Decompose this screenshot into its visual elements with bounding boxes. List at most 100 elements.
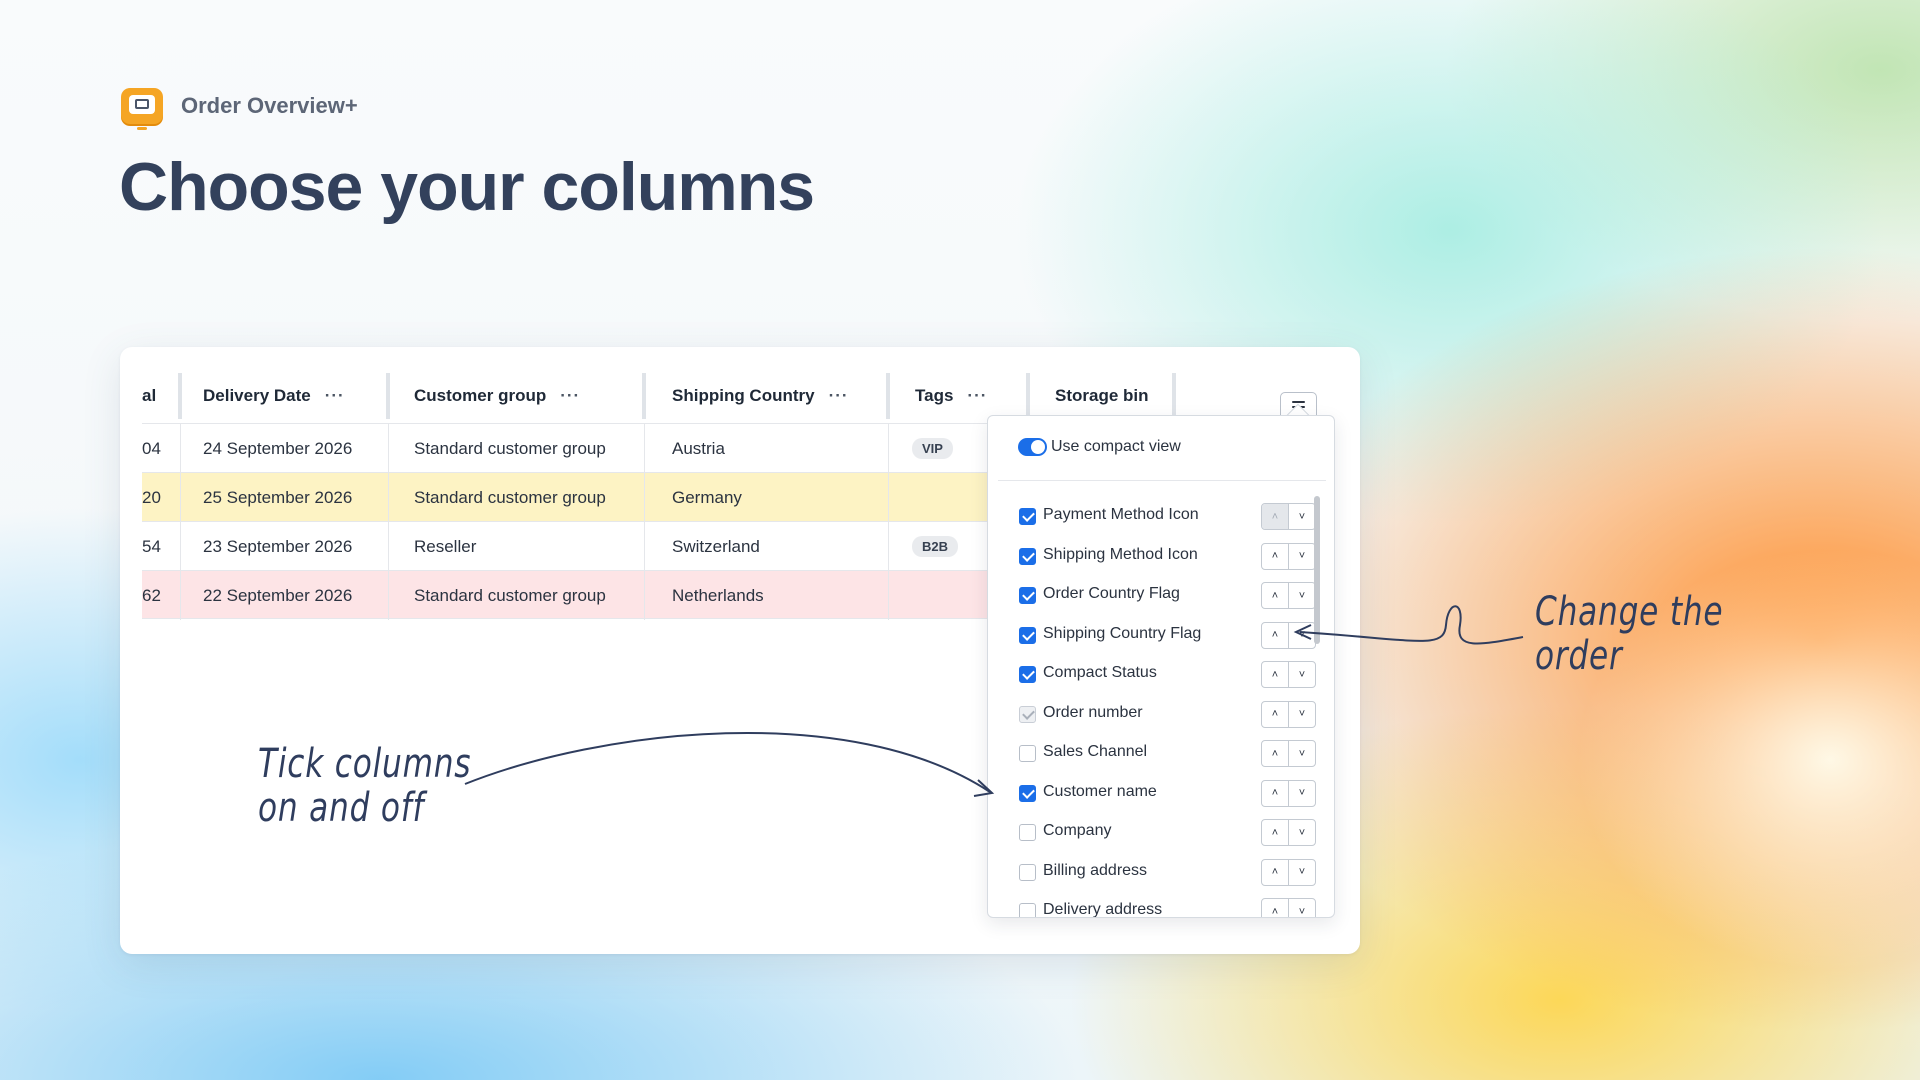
cell-customer-group: Standard customer group (414, 487, 606, 507)
column-option[interactable]: Shipping Country Flag ˄ ˅ (1019, 620, 1316, 650)
column-checkbox[interactable] (1019, 666, 1036, 683)
column-chooser-popover: Use compact view Payment Method Icon ˄ ˅ Sh… (987, 415, 1335, 918)
column-menu-icon[interactable]: ··· (560, 386, 580, 406)
column-option[interactable]: Billing address ˄ ˅ (1019, 857, 1316, 887)
column-header-delivery-date[interactable]: Delivery Date ··· (203, 369, 345, 423)
column-menu-icon[interactable]: ··· (325, 386, 345, 406)
change-order-annotation: Change the order (1535, 589, 1724, 679)
column-option-label: Order number (1043, 703, 1143, 721)
chevron-up-icon[interactable]: ˄ (1262, 623, 1288, 648)
column-checkbox[interactable] (1019, 745, 1036, 762)
cell-shipping-country: Germany (672, 487, 742, 507)
column-header-tags[interactable]: Tags ··· (915, 369, 987, 423)
chevron-up-icon[interactable]: ˄ (1262, 781, 1288, 806)
chevron-up-icon[interactable]: ˄ (1262, 741, 1288, 766)
reorder-stepper: ˄ ˅ (1261, 661, 1316, 688)
column-checkbox[interactable] (1019, 903, 1036, 917)
reorder-stepper: ˄ ˅ (1261, 503, 1316, 530)
cell-total: 54 (142, 536, 161, 556)
column-option[interactable]: Order number ˄ ˅ (1019, 699, 1316, 729)
column-menu-icon[interactable]: ··· (829, 386, 849, 406)
column-resizer[interactable] (178, 373, 182, 419)
scrollbar-thumb[interactable] (1314, 496, 1320, 644)
table-row[interactable]: 62 22 September 2026 Standard customer g… (142, 570, 987, 620)
cell-shipping-country: Netherlands (672, 585, 764, 605)
chevron-up-icon[interactable]: ˄ (1262, 583, 1288, 608)
column-option-label: Compact Status (1043, 664, 1157, 681)
table-row[interactable]: 04 24 September 2026 Standard customer g… (142, 423, 987, 473)
column-checkbox[interactable] (1019, 547, 1036, 565)
reorder-stepper: ˄ ˅ (1261, 582, 1316, 609)
compact-view-toggle-row[interactable]: Use compact view (1018, 438, 1181, 456)
column-checkbox[interactable] (1019, 626, 1036, 644)
column-resizer[interactable] (386, 373, 390, 419)
column-checkbox[interactable] (1019, 824, 1036, 841)
column-resizer[interactable] (1026, 373, 1030, 419)
chevron-up-icon[interactable]: ˄ (1262, 860, 1288, 885)
column-option[interactable]: Shipping Method Icon ˄ ˅ (1019, 541, 1316, 571)
chevron-up-icon[interactable]: ˄ (1262, 544, 1288, 569)
column-option[interactable]: Delivery address ˄ ˅ (1019, 896, 1316, 917)
reorder-stepper: ˄ ˅ (1261, 700, 1316, 728)
column-option[interactable]: Company ˄ ˅ (1019, 817, 1316, 847)
reorder-stepper: ˄ ˅ (1261, 542, 1316, 570)
compact-view-toggle[interactable] (1018, 438, 1047, 456)
app-logo-icon (121, 88, 163, 130)
cell-customer-group: Standard customer group (414, 585, 606, 605)
brand: Order Overview+ (121, 88, 358, 130)
cell-shipping-country: Austria (672, 438, 725, 458)
column-checkbox[interactable] (1019, 587, 1036, 604)
cell-tags: B2B (912, 522, 959, 571)
cell-delivery-date: 22 September 2026 (203, 585, 353, 605)
column-resizer[interactable] (642, 373, 646, 419)
column-label: Customer group (414, 386, 547, 405)
tick-columns-annotation: Tick columns on and off (258, 741, 472, 831)
column-checkbox[interactable] (1019, 784, 1036, 802)
page-title: Choose your columns (119, 149, 815, 225)
hamburger-icon (1292, 400, 1305, 403)
table-row[interactable]: 54 23 September 2026 Reseller Switzerlan… (142, 521, 987, 571)
chevron-up-icon[interactable]: ˄ (1262, 899, 1288, 918)
cell-delivery-date: 24 September 2026 (203, 438, 353, 458)
column-option[interactable]: Payment Method Icon ˄ ˅ (1019, 501, 1316, 531)
column-resizer[interactable] (1172, 373, 1176, 419)
column-option-label: Billing address (1043, 861, 1148, 879)
column-header-shipping-country[interactable]: Shipping Country ··· (672, 369, 849, 423)
chevron-up-icon[interactable]: ˄ (1262, 662, 1288, 687)
cell-total: 62 (142, 585, 161, 605)
reorder-stepper: ˄ ˅ (1261, 740, 1316, 767)
column-option-label: Shipping Method Icon (1043, 545, 1198, 563)
column-option-label: Customer name (1043, 782, 1157, 800)
column-option[interactable]: Compact Status ˄ ˅ (1019, 659, 1316, 689)
column-checkbox[interactable] (1019, 863, 1036, 881)
chevron-up-icon[interactable]: ˄ (1262, 702, 1288, 727)
column-label: al (142, 386, 157, 405)
column-option[interactable]: Order Country Flag ˄ ˅ (1019, 580, 1316, 610)
column-option[interactable]: Sales Channel ˄ ˅ (1019, 738, 1316, 768)
column-option-label: Company (1043, 822, 1112, 839)
reorder-stepper: ˄ ˅ (1261, 898, 1316, 918)
reorder-stepper: ˄ ˅ (1261, 858, 1316, 886)
column-header-customer-group[interactable]: Customer group ··· (414, 369, 580, 423)
chevron-up-icon[interactable]: ˄ (1262, 820, 1288, 845)
column-label: Tags (915, 386, 954, 405)
cell-delivery-date: 23 September 2026 (203, 536, 353, 556)
column-option-label: Sales Channel (1043, 743, 1148, 760)
compact-view-label: Use compact view (1051, 438, 1181, 455)
column-menu-icon[interactable]: ··· (967, 386, 987, 406)
column-checkbox[interactable] (1019, 508, 1036, 525)
cell-shipping-country: Switzerland (672, 536, 760, 556)
cell-customer-group: Reseller (414, 536, 477, 556)
table-row[interactable]: 20 25 September 2026 Standard customer g… (142, 472, 987, 522)
column-option-label: Order Country Flag (1043, 585, 1180, 602)
column-header-total: al (142, 369, 156, 423)
column-option[interactable]: Customer name ˄ ˅ (1019, 778, 1316, 808)
reorder-stepper: ˄ ˅ (1261, 779, 1316, 807)
divider (998, 480, 1326, 481)
cell-total: 20 (142, 487, 161, 507)
column-resizer[interactable] (886, 373, 890, 419)
reorder-stepper: ˄ ˅ (1261, 621, 1316, 649)
cell-tags: VIP (912, 424, 953, 473)
tag-badge: B2B (912, 536, 959, 557)
column-label: Storage bin (1055, 386, 1149, 405)
